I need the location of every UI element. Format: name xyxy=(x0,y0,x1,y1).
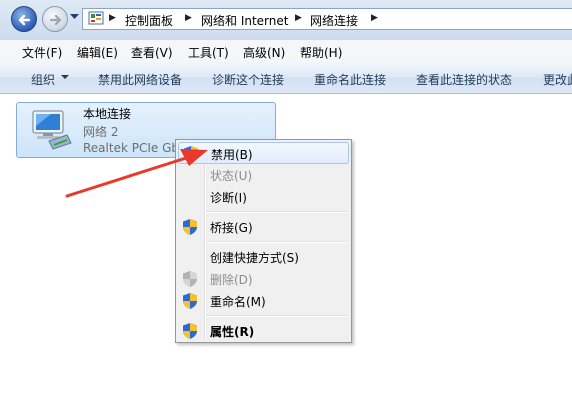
change-settings-button[interactable]: 更改此 xyxy=(543,71,572,88)
menu-item-properties[interactable]: 属性(R) xyxy=(178,320,349,342)
connection-device: Realtek PCIe GbE xyxy=(83,141,187,155)
menu-item-disable[interactable]: 禁用(B) xyxy=(178,142,349,164)
rename-connection-button[interactable]: 重命名此连接 xyxy=(314,71,386,88)
menu-view[interactable]: 查看(V) xyxy=(131,44,173,61)
view-status-button[interactable]: 查看此连接的状态 xyxy=(416,71,512,88)
organize-dropdown-icon[interactable] xyxy=(61,75,69,79)
connection-network: 网络 2 xyxy=(83,125,119,139)
menu-item-create-shortcut[interactable]: 创建快捷方式(S) xyxy=(178,246,349,268)
shield-icon xyxy=(183,219,197,235)
menu-separator xyxy=(206,315,347,317)
command-bar: 组织 禁用此网络设备 诊断这个连接 重命名此连接 查看此连接的状态 更改此 xyxy=(0,62,572,94)
back-arrow-icon xyxy=(18,14,31,26)
menu-item-label: 禁用(B) xyxy=(211,148,253,162)
menu-separator xyxy=(206,241,347,243)
breadcrumb-network-internet[interactable]: 网络和 Internet xyxy=(201,12,288,29)
menu-item-label: 重命名(M) xyxy=(210,295,266,309)
menu-item-status: 状态(U) xyxy=(178,164,349,186)
address-bar-area: ▶ 控制面板 ▶ 网络和 Internet ▶ 网络连接 ▶ xyxy=(0,0,572,41)
menu-item-label: 属性(R) xyxy=(210,325,255,339)
breadcrumb[interactable]: ▶ 控制面板 ▶ 网络和 Internet ▶ 网络连接 ▶ xyxy=(82,8,572,30)
shield-icon xyxy=(183,271,197,287)
connection-name: 本地连接 xyxy=(83,107,132,121)
menu-item-label: 创建快捷方式(S) xyxy=(210,251,299,265)
menu-file[interactable]: 文件(F) xyxy=(22,44,62,61)
menu-item-bridge[interactable]: 桥接(G) xyxy=(178,216,349,238)
shield-icon xyxy=(183,323,197,339)
recent-pages-dropdown-icon[interactable] xyxy=(70,14,79,20)
organize-button[interactable]: 组织 xyxy=(31,71,55,88)
breadcrumb-separator-icon[interactable]: ▶ xyxy=(295,13,302,23)
menu-edit[interactable]: 编辑(E) xyxy=(77,44,118,61)
disable-device-button[interactable]: 禁用此网络设备 xyxy=(98,71,182,88)
menu-item-label: 状态(U) xyxy=(210,169,253,183)
breadcrumb-network-connections[interactable]: 网络连接 xyxy=(310,12,358,29)
menu-bar: 文件(F) 编辑(E) 查看(V) 工具(T) 高级(N) 帮助(H) xyxy=(0,40,572,63)
shield-icon xyxy=(183,293,197,309)
network-adapter-icon xyxy=(32,110,72,150)
context-menu: 禁用(B) 状态(U) 诊断(I) 桥接(G) 创建快捷方式(S) 删除(D) … xyxy=(175,139,352,343)
menu-help[interactable]: 帮助(H) xyxy=(300,44,342,61)
explorer-window: ▶ 控制面板 ▶ 网络和 Internet ▶ 网络连接 ▶ 文件(F) 编辑(… xyxy=(0,0,572,414)
menu-item-diagnose[interactable]: 诊断(I) xyxy=(178,186,349,208)
forward-button[interactable] xyxy=(42,6,68,32)
menu-item-label: 删除(D) xyxy=(210,273,253,287)
menu-item-delete: 删除(D) xyxy=(178,268,349,290)
shield-icon xyxy=(184,146,198,162)
forward-arrow-icon xyxy=(49,14,62,26)
breadcrumb-separator-icon[interactable]: ▶ xyxy=(109,13,116,23)
menu-item-label: 桥接(G) xyxy=(210,221,253,235)
menu-advanced[interactable]: 高级(N) xyxy=(243,44,285,61)
menu-tools[interactable]: 工具(T) xyxy=(188,44,229,61)
diagnose-connection-button[interactable]: 诊断这个连接 xyxy=(212,71,284,88)
breadcrumb-separator-icon[interactable]: ▶ xyxy=(371,13,378,23)
control-panel-icon xyxy=(88,11,104,25)
menu-item-rename[interactable]: 重命名(M) xyxy=(178,290,349,312)
menu-separator xyxy=(206,211,347,213)
back-button[interactable] xyxy=(11,6,37,32)
breadcrumb-separator-icon[interactable]: ▶ xyxy=(185,13,192,23)
breadcrumb-control-panel[interactable]: 控制面板 xyxy=(125,12,173,29)
menu-item-label: 诊断(I) xyxy=(210,191,247,205)
